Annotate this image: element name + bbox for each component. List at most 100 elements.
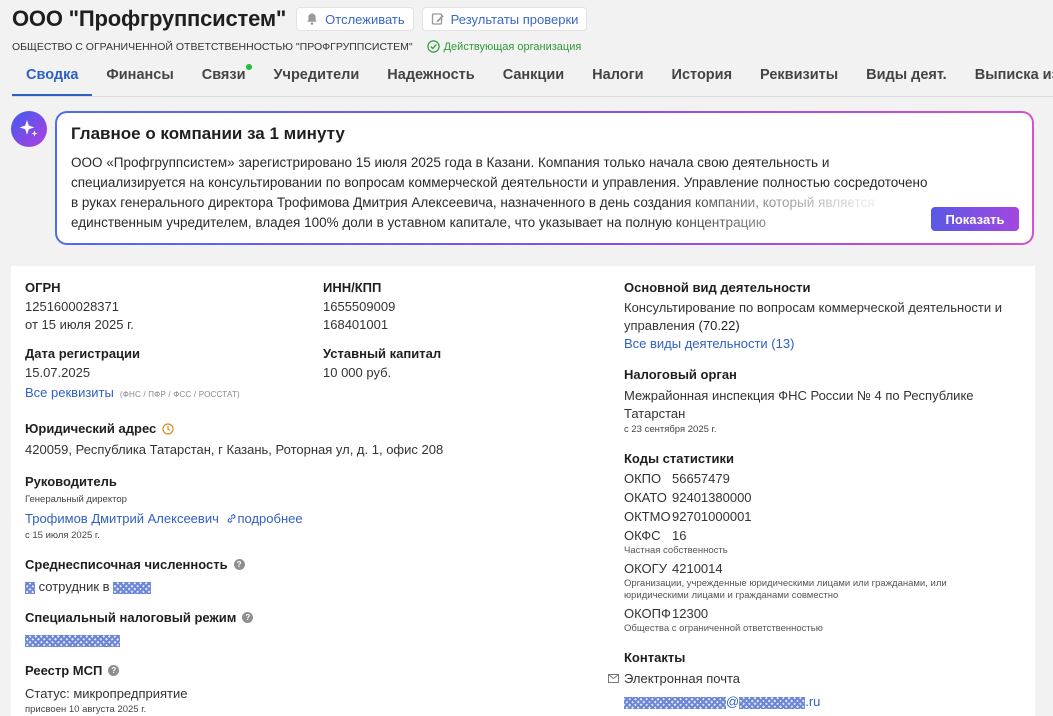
- address-label-row: Юридический адрес: [25, 421, 443, 436]
- ogrn-date: от 15 июля 2025 г.: [25, 317, 134, 332]
- company-page: ООО "Профгруппсистем" Отслеживать Резуль…: [0, 0, 1053, 716]
- activity-code: (70.22): [698, 318, 740, 333]
- check-results-button[interactable]: Результаты проверки: [421, 7, 588, 31]
- masked-tax-regime[interactable]: [25, 634, 120, 647]
- show-more-button[interactable]: Показать: [931, 207, 1019, 231]
- tab-taxes[interactable]: Налоги: [578, 64, 657, 96]
- stat-codes-label: Коды статистики: [624, 451, 734, 466]
- okopf-note: Общества с ограниченной ответственностью: [624, 623, 823, 634]
- tab-label: Налоги: [592, 67, 644, 83]
- code-key: ОКОГУ: [624, 561, 667, 576]
- status-badge: Действующая организация: [426, 40, 582, 53]
- all-activities-link[interactable]: Все виды деятельности (13): [624, 335, 1019, 353]
- check-circle-icon: [426, 40, 440, 53]
- okogu-note: Организации, учрежденные юридическими ли…: [624, 578, 947, 601]
- okfs-row: ОКФС 16: [624, 526, 1019, 545]
- code-key: ОКАТО: [624, 490, 667, 505]
- head-name-link[interactable]: Трофимов Дмитрий Алексеевич: [25, 511, 219, 526]
- sparkle-icon: [19, 120, 38, 137]
- tab-founders[interactable]: Учредители: [260, 64, 374, 96]
- tax-regime-label-row: Специальный налоговый режим ?: [25, 610, 254, 625]
- track-button-label: Отслеживать: [325, 11, 405, 27]
- okpo-row: ОКПО 56657479: [624, 469, 1019, 488]
- code-key: ОКПО: [624, 471, 662, 486]
- staff-label: Среднесписочная численность: [25, 557, 228, 572]
- ai-summary-card: Главное о компании за 1 минуту ООО «Проф…: [55, 111, 1034, 245]
- code-value: 92701000001: [672, 509, 752, 524]
- head-block: Руководитель Генеральный директор Трофим…: [25, 474, 303, 542]
- msp-assigned: присвоен 10 августа 2025 г.: [25, 704, 147, 715]
- staff-text: сотрудник в: [38, 579, 110, 594]
- company-details-card: ОГРН 1251600028371 от 15 июля 2025 г. Да…: [11, 266, 1035, 716]
- masked-count[interactable]: [25, 581, 35, 594]
- activity-block: Основной вид деятельности Консультирован…: [624, 280, 1019, 353]
- msp-label: Реестр МСП: [25, 663, 103, 678]
- tab-label: Надежность: [387, 67, 475, 83]
- link-icon: [228, 514, 236, 523]
- all-requisites-row: Все реквизиты (ФНС / ПФР / ФСС / РОССТАТ): [25, 384, 240, 404]
- activity-value: Консультирование по вопросам коммерческо…: [624, 300, 1003, 333]
- tab-history[interactable]: История: [658, 64, 747, 96]
- msp-label-row: Реестр МСП ?: [25, 663, 187, 678]
- staff-block: Среднесписочная численность ? сотрудник …: [25, 557, 245, 596]
- email-tld: .ru: [805, 694, 821, 709]
- head-label: Руководитель: [25, 474, 117, 489]
- masked-email-domain[interactable]: [739, 696, 806, 709]
- tab-label: История: [671, 67, 733, 83]
- tab-finance[interactable]: Финансы: [92, 64, 187, 96]
- reg-date-block: Дата регистрации 15.07.2025 Все реквизит…: [25, 346, 240, 404]
- ogrn-value: 1251600028371: [25, 299, 119, 314]
- activity-value-row: Консультирование по вопросам коммерческо…: [624, 299, 1019, 335]
- section-tabs: Сводка Финансы Связи Учредители Надежнос…: [12, 64, 1053, 97]
- new-indicator-dot: [245, 64, 252, 70]
- tab-sanctions[interactable]: Санкции: [489, 64, 578, 96]
- tab-requisites[interactable]: Реквизиты: [746, 64, 852, 96]
- code-key: ОКФС: [624, 528, 661, 543]
- tab-label: Сводка: [26, 67, 79, 83]
- bell-icon: [307, 13, 317, 25]
- ai-summary-title: Главное о компании за 1 минуту: [71, 124, 345, 143]
- address-value: 420059, Республика Татарстан, г Казань, …: [25, 442, 444, 457]
- tax-org-since: с 23 сентября 2025 г.: [624, 424, 717, 435]
- clock-icon[interactable]: [162, 422, 174, 435]
- company-title: ООО "Профгруппсистем": [12, 6, 287, 31]
- address-block: Юридический адрес 420059, Республика Тат…: [25, 421, 443, 459]
- track-button[interactable]: Отслеживать: [296, 7, 414, 31]
- mail-icon: [608, 674, 619, 683]
- all-requisites-link[interactable]: Все реквизиты: [25, 385, 114, 400]
- tab-links[interactable]: Связи: [188, 64, 260, 96]
- code-value: 4210014: [672, 561, 723, 576]
- tax-regime-value: [25, 631, 253, 649]
- contacts-label: Контакты: [624, 650, 686, 665]
- tax-org-block: Налоговый орган Межрайонная инспекция ФН…: [624, 367, 1019, 436]
- text-fade-overlay: [657, 191, 957, 235]
- tab-label: Санкции: [502, 67, 565, 83]
- edit-icon: [431, 13, 444, 25]
- msp-status: Статус: микропредприятие: [25, 686, 188, 701]
- status-text: Действующая организация: [443, 40, 582, 53]
- tax-org-value: Межрайонная инспекция ФНС России № 4 по …: [624, 388, 974, 421]
- tab-summary[interactable]: Сводка: [12, 64, 93, 96]
- reg-date-value: 15.07.2025: [25, 365, 91, 380]
- okfs-note: Частная собственность: [624, 545, 728, 556]
- tab-activities[interactable]: Виды деят.: [852, 64, 961, 96]
- tab-extract[interactable]: Выписка из: [961, 64, 1053, 96]
- ogrn-block: ОГРН 1251600028371 от 15 июля 2025 г.: [25, 280, 134, 334]
- email-link[interactable]: @ .ru: [624, 693, 1019, 711]
- head-name-row: Трофимов Дмитрий Алексеевич подробнее: [25, 510, 303, 528]
- contacts-block: Контакты Электронная почта @ .ru: [608, 650, 1019, 711]
- tab-reliability[interactable]: Надежность: [373, 64, 488, 96]
- code-value: 12300: [672, 606, 709, 621]
- head-more-link[interactable]: подробнее: [226, 511, 303, 526]
- msp-block: Реестр МСП ? Статус: микропредприятие пр…: [25, 663, 187, 716]
- okato-row: ОКАТО 92401380000: [624, 488, 1019, 507]
- masked-year[interactable]: [113, 581, 152, 594]
- head-position: Генеральный директор: [25, 494, 127, 505]
- email-label-row: Электронная почта: [608, 670, 1019, 688]
- help-icon[interactable]: ?: [233, 559, 245, 570]
- help-icon[interactable]: ?: [242, 612, 254, 623]
- activity-label: Основной вид деятельности: [624, 280, 811, 295]
- masked-email-user[interactable]: [624, 696, 726, 709]
- help-icon[interactable]: ?: [108, 665, 120, 676]
- tax-regime-label: Специальный налоговый режим: [25, 610, 237, 625]
